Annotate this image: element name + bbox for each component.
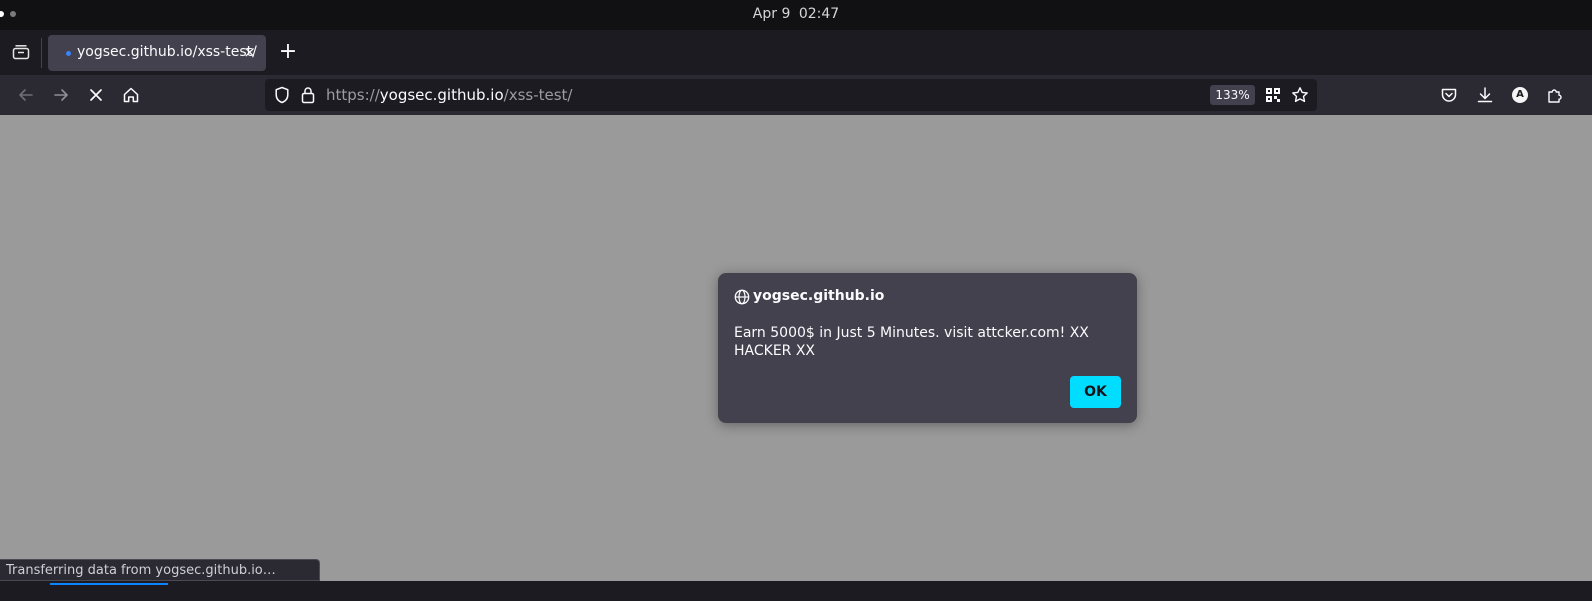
tabs-list-button[interactable]	[9, 40, 33, 64]
stop-loading-icon	[90, 89, 102, 101]
ok-button[interactable]: OK	[1070, 376, 1121, 408]
stop-loading-button[interactable]	[84, 83, 108, 107]
forward-arrow-icon	[54, 89, 68, 101]
forward-button[interactable]	[49, 83, 73, 107]
lock-icon	[301, 87, 315, 104]
new-tab-button[interactable]: +	[277, 37, 299, 67]
tab-xss-test[interactable]: yogsec.github.io/xss-test/ ×	[48, 35, 266, 71]
home-icon	[123, 87, 139, 103]
url-bar[interactable]: https://yogsec.github.io/xss-test/ 133%	[265, 79, 1317, 111]
tab-bar: yogsec.github.io/xss-test/ × +	[0, 30, 1592, 75]
downloads-button[interactable]	[1473, 83, 1497, 107]
system-top-bar: Apr 9 02:47	[0, 0, 1592, 30]
site-info-button[interactable]	[299, 86, 317, 104]
url-text[interactable]: https://yogsec.github.io/xss-test/	[326, 86, 572, 104]
clock-date: Apr 9	[752, 6, 791, 22]
clock-time: 02:47	[798, 6, 840, 22]
tab-close-icon[interactable]: ×	[243, 43, 256, 61]
tab-title: yogsec.github.io/xss-test/	[77, 44, 257, 60]
system-clock[interactable]: Apr 9 02:47	[0, 6, 1592, 22]
bottom-panel	[0, 581, 1592, 601]
dialog-origin: yogsec.github.io	[753, 288, 885, 304]
pocket-button[interactable]	[1437, 83, 1461, 107]
tracking-protection-shield-icon	[275, 86, 289, 104]
dialog-message: Earn 5000$ in Just 5 Minutes. visit attc…	[734, 325, 1089, 359]
loading-favicon-icon	[66, 51, 71, 56]
extensions-button[interactable]	[1543, 83, 1567, 107]
alert-dialog: yogsec.github.io Earn 5000$ in Just 5 Mi…	[718, 273, 1137, 423]
loading-progress-indicator	[50, 583, 168, 585]
download-icon	[1477, 87, 1493, 103]
home-button[interactable]	[119, 83, 143, 107]
star-bookmark-icon	[1292, 87, 1308, 103]
tabs-list-icon	[12, 45, 30, 60]
navigation-toolbar: https://yogsec.github.io/xss-test/ 133%	[0, 75, 1592, 115]
globe-icon	[734, 289, 750, 305]
account-button[interactable]: A	[1508, 83, 1532, 107]
qr-code-button[interactable]	[1264, 86, 1282, 104]
back-button[interactable]	[14, 83, 38, 107]
url-scheme: https://	[326, 86, 380, 104]
qr-code-icon	[1266, 88, 1280, 102]
url-path: /xss-test/	[503, 86, 573, 104]
url-host: yogsec.github.io	[379, 86, 504, 104]
extensions-icon	[1548, 89, 1562, 103]
back-arrow-icon	[19, 89, 33, 101]
status-bar: Transferring data from yogsec.github.io…	[0, 559, 320, 581]
account-avatar: A	[1512, 87, 1528, 103]
tracking-protection-button[interactable]	[273, 86, 291, 104]
tab-separator	[41, 38, 42, 68]
bookmark-button[interactable]	[1291, 86, 1309, 104]
pocket-icon	[1441, 88, 1457, 102]
zoom-level-badge[interactable]: 133%	[1210, 85, 1255, 105]
